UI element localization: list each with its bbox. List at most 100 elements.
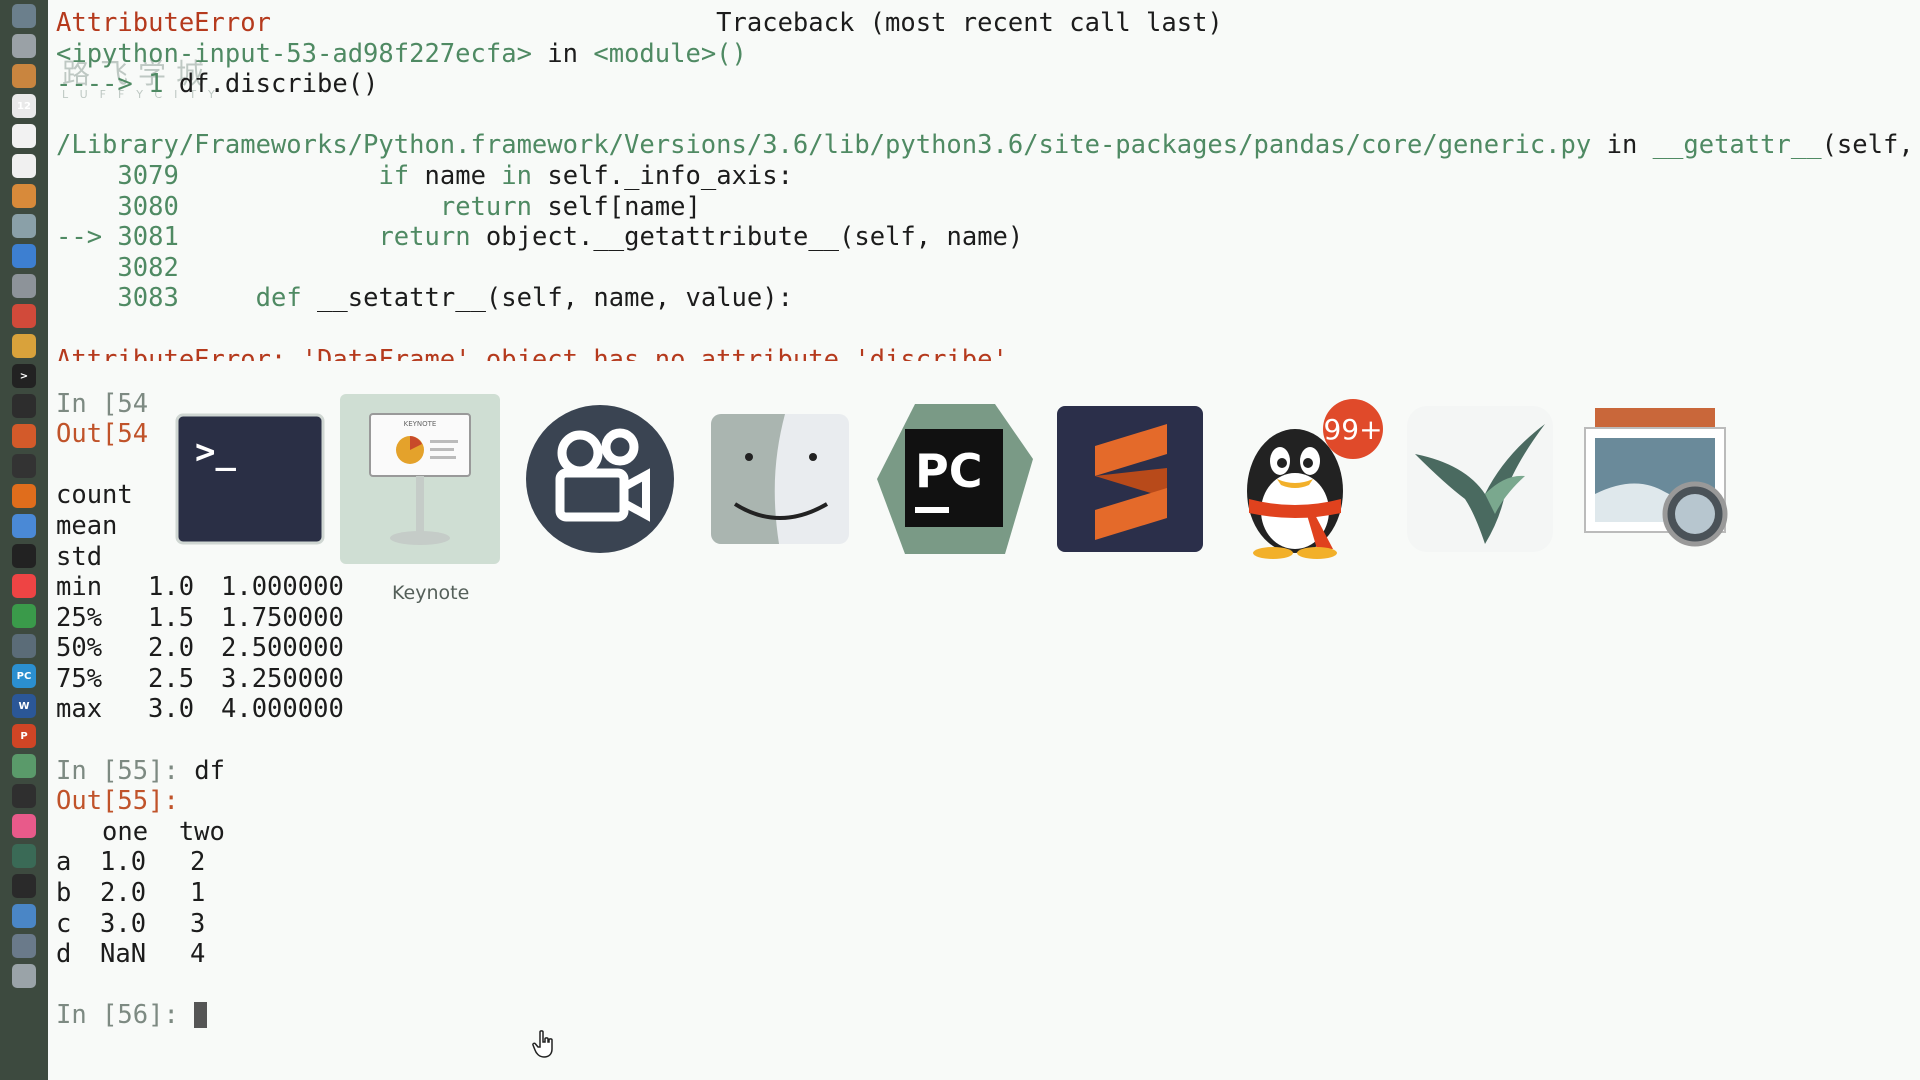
app-switcher-item-qq[interactable]: 99+ — [1225, 394, 1385, 564]
quicktime-icon[interactable] — [12, 454, 36, 478]
pycharm-glyph: PC — [915, 444, 982, 498]
code-line: --> 3081 return object.__getattribute__(… — [56, 222, 1920, 253]
hand-pointer-icon — [532, 1030, 553, 1058]
vlc-icon[interactable] — [12, 484, 36, 508]
keynote-dock-icon[interactable] — [12, 514, 36, 538]
qq-badge: 99+ — [1323, 413, 1382, 446]
cell56-in[interactable]: In [56]: — [56, 1000, 1920, 1031]
app-switcher-item-sublime-text[interactable] — [1050, 394, 1210, 564]
calendar-icon[interactable]: 12 — [12, 94, 36, 118]
code-text: name — [409, 160, 502, 191]
app-switcher-item-keynote[interactable]: KEYNOTE — [340, 394, 500, 564]
keynote-glyph: KEYNOTE — [404, 420, 437, 428]
settings-icon[interactable] — [12, 274, 36, 298]
app-switcher-item-pycharm[interactable]: PC — [875, 394, 1035, 564]
stats-label: mean — [56, 510, 118, 541]
input-ref: <ipython-input-53-ad98f227ecfa> — [56, 38, 532, 69]
cell54-out-prompt: Out[54 — [56, 419, 149, 450]
camera-icon[interactable] — [12, 874, 36, 898]
stats-one: 3.0 — [148, 694, 195, 725]
notes-icon[interactable] — [12, 64, 36, 88]
stats-label: min — [56, 572, 103, 603]
stats-row: 50% 2.0 2.500000 — [56, 633, 1920, 664]
error-name: AttributeError — [56, 8, 271, 38]
code-line-number: 3081 — [117, 222, 179, 253]
screenshot-icon[interactable] — [12, 634, 36, 658]
pycharm-dock-icon[interactable]: PC — [12, 664, 36, 688]
app-store-icon[interactable] — [12, 244, 36, 268]
cell55-in-suffix: ]: — [148, 755, 179, 786]
photos-icon[interactable] — [12, 304, 36, 328]
stats-label: 50% — [56, 633, 103, 664]
row-index: a — [56, 847, 72, 878]
cell56-in-suffix: ]: — [148, 1000, 179, 1031]
compass-icon[interactable] — [12, 4, 36, 28]
airmail-icon[interactable] — [12, 574, 36, 598]
row-two: 1 — [190, 878, 206, 909]
table-row: d NaN 4 — [56, 939, 1920, 970]
location-icon[interactable] — [12, 784, 36, 808]
app-switcher-item-terminal[interactable]: >_ — [170, 394, 330, 564]
code-line-number: 3080 — [117, 191, 179, 222]
traceback-input-line: <ipython-input-53-ad98f227ecfa> in <modu… — [56, 39, 1920, 70]
stats-label: 75% — [56, 663, 103, 694]
code-line-number: 3082 — [117, 252, 179, 283]
preview-icon — [1584, 408, 1728, 547]
text-edit-icon[interactable] — [12, 154, 36, 178]
table-row: b 2.0 1 — [56, 878, 1920, 909]
app-switcher-item-finder[interactable] — [700, 394, 860, 564]
code-keyword: if — [378, 160, 410, 191]
row-one: 3.0 — [100, 908, 147, 939]
traceback-header-line: AttributeError Traceback (most recent ca… — [56, 8, 1920, 39]
app-switcher-item-screen-recorder[interactable] — [520, 394, 680, 564]
screen-recorder-icon — [526, 405, 674, 553]
final-error-line: AttributeError: 'DataFrame' object has n… — [56, 345, 1920, 361]
app-switcher-item-preview[interactable] — [1575, 394, 1735, 564]
code-line-marker — [56, 161, 102, 191]
dataframe-header: one two — [56, 816, 225, 847]
traceback-title: Traceback (most recent call last) — [716, 8, 1223, 38]
reminders-icon[interactable] — [12, 124, 36, 148]
row-one: NaN — [100, 939, 147, 970]
numbers-icon[interactable] — [12, 604, 36, 628]
maps-icon[interactable] — [12, 754, 36, 778]
downloads-icon[interactable] — [12, 934, 36, 958]
row-one: 2.0 — [100, 878, 147, 909]
code-line-marker — [56, 253, 102, 283]
selected-app-label: Keynote — [392, 582, 470, 604]
file-path: /Library/Frameworks/Python.framework/Ver… — [56, 130, 1592, 161]
preview-dock-icon[interactable] — [12, 214, 36, 238]
app-switcher-item-bird-app[interactable] — [1400, 394, 1560, 564]
qq-dock-icon[interactable] — [12, 394, 36, 418]
row-two: 2 — [190, 847, 206, 878]
powerpoint-icon[interactable]: P — [12, 724, 36, 748]
stats-label: count — [56, 480, 133, 511]
text-cursor — [194, 1002, 208, 1029]
cell55-out-suffix: ]: — [148, 786, 179, 817]
pages-icon[interactable] — [12, 184, 36, 208]
arrow-prefix: ----> 1 — [56, 69, 164, 100]
sublime-dock-icon[interactable] — [12, 424, 36, 448]
code-keyword-2: in — [501, 160, 532, 191]
contacts-icon[interactable] — [12, 34, 36, 58]
trash-icon[interactable] — [12, 964, 36, 988]
cell55-in-prefix: In [ — [56, 755, 118, 786]
stats-two: 4.000000 — [221, 694, 344, 725]
cell56-in-prefix: In [ — [56, 1000, 118, 1031]
itunes-icon[interactable] — [12, 814, 36, 838]
stats-two: 3.250000 — [221, 663, 344, 694]
cell55-code: df — [194, 755, 225, 786]
penguin-dock-icon[interactable] — [12, 544, 36, 568]
word-icon[interactable]: W — [12, 694, 36, 718]
folder-icon[interactable] — [12, 904, 36, 928]
row-two: 3 — [190, 908, 206, 939]
row-index: d — [56, 939, 72, 970]
chrome-icon[interactable] — [12, 334, 36, 358]
stats-one: 2.5 — [148, 663, 195, 694]
stats-label: max — [56, 694, 103, 725]
code-keyword: return — [378, 222, 471, 253]
bird-dock-icon[interactable] — [12, 844, 36, 868]
terminal-dock-icon[interactable]: > — [12, 364, 36, 388]
